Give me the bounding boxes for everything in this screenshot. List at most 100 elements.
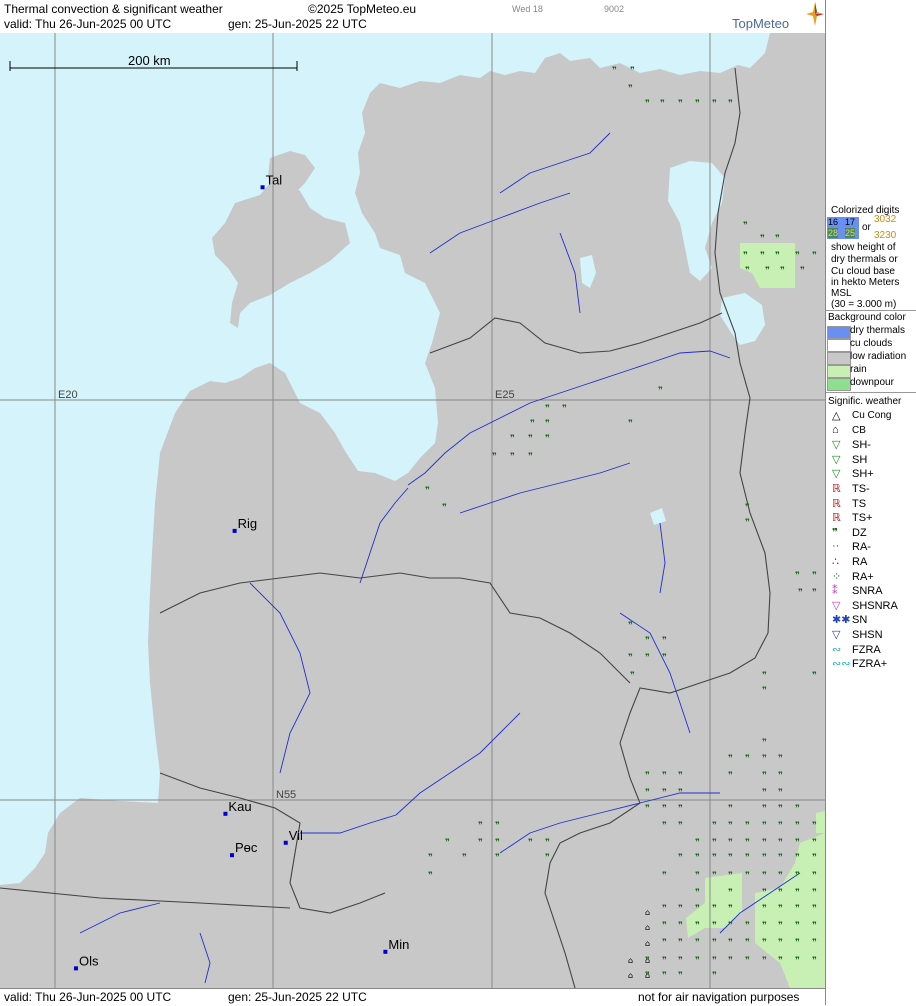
legend-desc-2: Cu cloud base	[831, 266, 895, 277]
drizzle-symbol: ❞	[762, 838, 767, 848]
legend-desc-1: dry thermals or	[831, 254, 898, 265]
drizzle-symbol: ❞	[743, 221, 748, 231]
drizzle-symbol: ❞	[743, 251, 748, 261]
drizzle-symbol: ❞	[428, 871, 433, 881]
city-dot-pɵc	[229, 853, 234, 858]
drizzle-symbol: ❞	[478, 838, 483, 848]
legend-divider-2	[826, 392, 916, 393]
chart-title: Thermal convection & significant weather	[4, 2, 223, 16]
drizzle-symbol: ❞	[728, 956, 733, 966]
digit-a3: 25	[845, 228, 856, 238]
thunder-heavy-icon: ℝ	[832, 512, 841, 525]
digits-b0: 3032	[874, 214, 897, 225]
drizzle-symbol: ❞	[745, 956, 750, 966]
drizzle-symbol: ❞	[628, 621, 633, 631]
digits-b1: 3230	[874, 230, 897, 241]
drizzle-symbol: ❞	[795, 904, 800, 914]
drizzle-symbol: ❞	[528, 838, 533, 848]
drizzle-symbol: ❞	[728, 888, 733, 898]
drizzle-symbol: ❞	[812, 956, 817, 966]
header-bar: Thermal convection & significant weather…	[0, 0, 825, 34]
drizzle-symbol: ❞	[778, 888, 783, 898]
wx-label: FZRA	[852, 643, 881, 656]
drizzle-symbol: ❞	[630, 66, 635, 76]
drizzle-symbol: ❞	[695, 871, 700, 881]
drizzle-symbol: ❞	[762, 788, 767, 798]
drizzle-symbol: ❞	[778, 804, 783, 814]
or-label: or	[862, 222, 871, 233]
grid-label-n55: N55	[276, 789, 296, 801]
drizzle-symbol: ❞	[812, 671, 817, 681]
drizzle-symbol: ❞	[528, 452, 533, 462]
drizzle-symbol: ❞	[678, 788, 683, 798]
bg-swatch-cu-clouds	[827, 339, 851, 352]
drizzle-symbol: ❞	[812, 871, 817, 881]
drizzle-symbol: ❞	[798, 588, 803, 598]
wx-label: RA+	[852, 570, 874, 583]
drizzle-symbol: ❞	[745, 838, 750, 848]
wx-label: FZRA+	[852, 658, 888, 671]
freezing-rain-heavy-icon: ∾∾	[832, 658, 851, 671]
city-label-pɵc: Pɵc	[235, 840, 258, 855]
drizzle-symbol: ❞	[662, 956, 667, 966]
drizzle-symbol: ❞	[812, 821, 817, 831]
city-dot-tal	[260, 185, 265, 190]
snow-icon: ✱✱	[832, 614, 851, 627]
grid-label-e20: E20	[58, 389, 78, 401]
bg-label: rain	[850, 364, 867, 375]
drizzle-symbol: ❞	[712, 971, 717, 981]
drizzle-symbol: ❞	[442, 503, 447, 513]
drizzle-symbol: ❞	[812, 938, 817, 948]
footer-valid-time: valid: Thu 26-Jun-2025 00 UTC	[4, 990, 172, 1004]
drizzle-symbol: ❞	[778, 904, 783, 914]
drizzle-symbol: ❞	[645, 636, 650, 646]
weather-map[interactable]: E20 E25 N55 200 km ❞ ❞ ❞ ❞ ❞ ❞ ❞ ❞ ❞ ❞ ❞ ❞ ❞ ❞ ❞ ❞ ❞ ❞ ❞	[0, 33, 825, 988]
wx-label: Cu Cong	[852, 410, 892, 421]
drizzle-symbol: ❞	[678, 821, 683, 831]
drizzle-symbol: ❞	[495, 821, 500, 831]
drizzle-symbol: ❞	[812, 838, 817, 848]
legend-divider-1	[826, 310, 916, 311]
drizzle-symbol: ❞	[762, 771, 767, 781]
rain-icon: ∴	[832, 556, 839, 568]
drizzle-symbol: ❞	[728, 821, 733, 831]
city-dot-min	[383, 949, 388, 954]
footer-bar: valid: Thu 26-Jun-2025 00 UTC gen: 25-Ju…	[0, 988, 825, 1006]
drizzle-symbol: ❞	[628, 653, 633, 663]
drizzle-symbol: ❞	[728, 871, 733, 881]
drizzle-symbol: ❞	[695, 888, 700, 898]
drizzle-symbol: ❞	[678, 904, 683, 914]
drizzle-symbol: ❞	[678, 956, 683, 966]
drizzle-icon: ❞	[832, 526, 838, 539]
drizzle-symbol: ❞	[712, 821, 717, 831]
drizzle-symbol: ❞	[728, 804, 733, 814]
legend-desc-0: show height of	[831, 242, 896, 253]
drizzle-symbol: ❞	[678, 971, 683, 981]
drizzle-symbol: ❞	[662, 636, 667, 646]
snow-rain-icon: ⁑	[832, 585, 838, 598]
drizzle-symbol: ❞	[795, 251, 800, 261]
code-label: 9002	[604, 4, 625, 14]
drizzle-symbol: ❞	[762, 738, 767, 748]
thunder-light-icon: ℝ	[832, 483, 841, 495]
legend-panel: Colorized digits 16 17 28 25 or 3032 323…	[825, 0, 916, 1005]
drizzle-symbol: ❞	[510, 434, 515, 444]
drizzle-symbol: ❞	[545, 434, 550, 444]
bg-label: cu clouds	[850, 338, 893, 349]
drizzle-symbol: ❞	[745, 871, 750, 881]
drizzle-symbol: ❞	[762, 956, 767, 966]
drizzle-symbol: ❞	[745, 921, 750, 931]
drizzle-symbol: ❞	[695, 956, 700, 966]
gen-time: gen: 25-Jun-2025 22 UTC	[228, 17, 367, 31]
drizzle-symbol: ❞	[662, 904, 667, 914]
drizzle-symbol: ❞	[775, 251, 780, 261]
drizzle-symbol: ❞	[645, 653, 650, 663]
drizzle-symbol: ❞	[678, 771, 683, 781]
drizzle-symbol: ❞	[530, 419, 535, 429]
drizzle-symbol: ❞	[778, 754, 783, 764]
drizzle-symbol: ❞	[728, 771, 733, 781]
drizzle-symbol: ❞	[778, 871, 783, 881]
drizzle-symbol: ❞	[492, 452, 497, 462]
drizzle-symbol: ❞	[778, 821, 783, 831]
legend-desc-5: (30 = 3.000 m)	[831, 299, 897, 310]
